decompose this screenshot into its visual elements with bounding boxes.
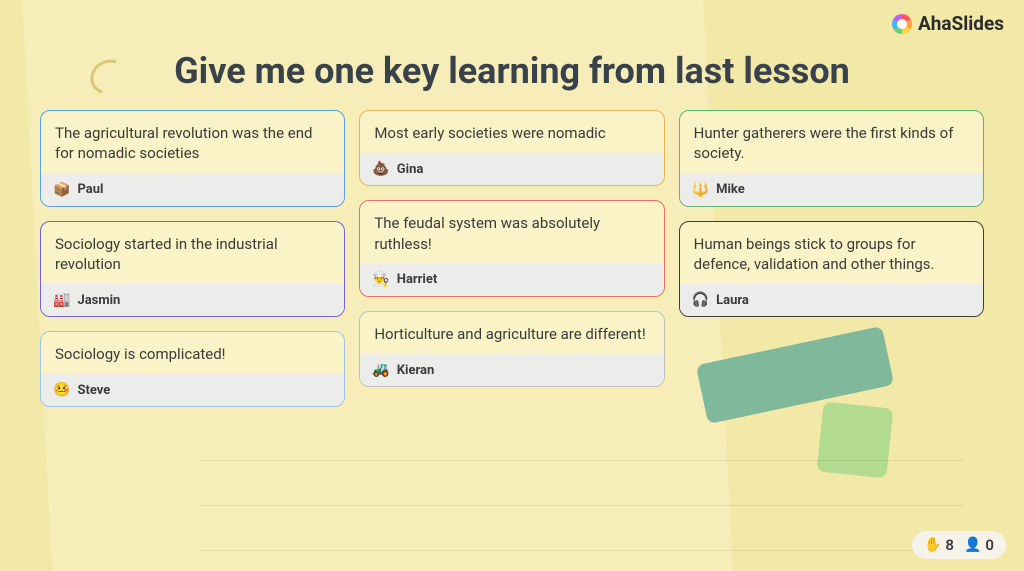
author-avatar-icon: 🎧 — [692, 292, 709, 308]
response-author: 🎧 Laura — [680, 284, 983, 316]
responses-grid: The agricultural revolution was the end … — [0, 110, 1024, 407]
response-text: Human beings stick to groups for defence… — [680, 222, 983, 285]
response-column: Most early societies were nomadic 💩 Gina Th… — [359, 110, 664, 407]
response-text: Sociology is complicated! — [41, 332, 344, 374]
response-card[interactable]: Human beings stick to groups for defence… — [679, 221, 984, 318]
response-card[interactable]: Horticulture and agriculture are differe… — [359, 311, 664, 387]
response-author: 💩 Gina — [360, 153, 663, 185]
response-author: 👨‍🍳 Harriet — [360, 264, 663, 296]
response-author: 🔱 Mike — [680, 174, 983, 206]
response-card[interactable]: The agricultural revolution was the end … — [40, 110, 345, 207]
author-name: Paul — [77, 182, 103, 197]
author-avatar-icon: 📦 — [53, 182, 70, 198]
author-name: Steve — [77, 383, 110, 398]
response-text: Hunter gatherers were the first kinds of… — [680, 111, 983, 174]
author-avatar-icon: 💩 — [372, 161, 389, 177]
response-card[interactable]: Sociology is complicated! 🤒 Steve — [40, 331, 345, 407]
author-avatar-icon: 🔱 — [692, 182, 709, 198]
response-author: 🏭 Jasmin — [41, 284, 344, 316]
response-author: 🚜 Kieran — [360, 354, 663, 386]
brand-logo: AhaSlides — [892, 12, 1004, 35]
author-name: Harriet — [397, 272, 438, 287]
logo-icon — [892, 14, 912, 34]
response-text: The feudal system was absolutely ruthles… — [360, 201, 663, 264]
response-text: The agricultural revolution was the end … — [41, 111, 344, 174]
response-author: 🤒 Steve — [41, 374, 344, 406]
response-author: 📦 Paul — [41, 174, 344, 206]
author-name: Kieran — [397, 363, 435, 378]
author-avatar-icon: 👨‍🍳 — [372, 272, 389, 288]
raised-hand-count: ✋ 8 — [924, 536, 954, 554]
response-column: The agricultural revolution was the end … — [40, 110, 345, 407]
response-text: Sociology started in the industrial revo… — [41, 222, 344, 285]
author-name: Gina — [397, 162, 424, 177]
author-name: Laura — [716, 293, 749, 308]
author-avatar-icon: 🚜 — [372, 362, 389, 378]
author-avatar-icon: 🤒 — [53, 382, 70, 398]
author-avatar-icon: 🏭 — [53, 292, 70, 308]
response-card[interactable]: Most early societies were nomadic 💩 Gina — [359, 110, 664, 186]
author-name: Mike — [716, 182, 745, 197]
brand-name: AhaSlides — [918, 12, 1004, 35]
user-icon: 👤 — [964, 537, 981, 553]
response-card[interactable]: Sociology started in the industrial revo… — [40, 221, 345, 318]
response-card[interactable]: Hunter gatherers were the first kinds of… — [679, 110, 984, 207]
prompt-title: Give me one key learning from last lesso… — [0, 0, 1024, 110]
user-count: 👤 0 — [964, 536, 994, 554]
response-column: Hunter gatherers were the first kinds of… — [679, 110, 984, 407]
participant-counter: ✋ 8 👤 0 — [912, 531, 1006, 559]
response-card[interactable]: The feudal system was absolutely ruthles… — [359, 200, 664, 297]
response-text: Most early societies were nomadic — [360, 111, 663, 153]
response-text: Horticulture and agriculture are differe… — [360, 312, 663, 354]
author-name: Jasmin — [77, 293, 120, 308]
hand-icon: ✋ — [924, 537, 941, 553]
